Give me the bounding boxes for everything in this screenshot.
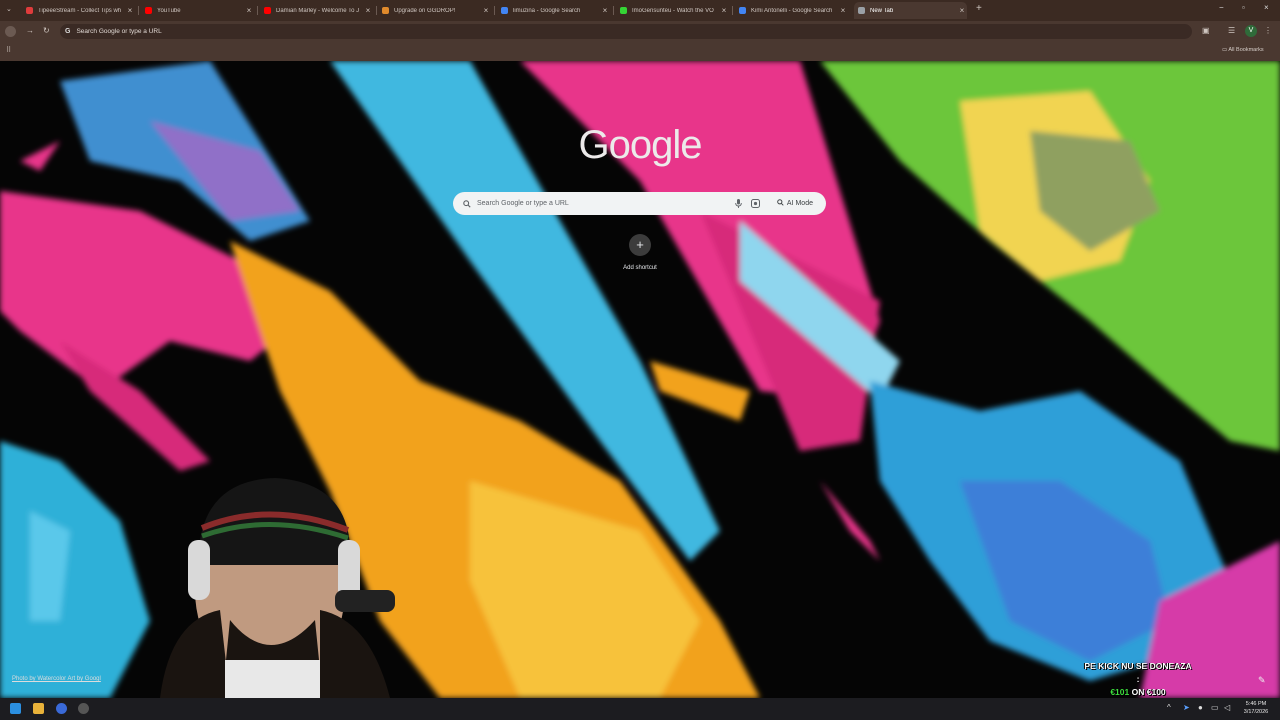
network-icon[interactable]: ▭ xyxy=(1211,703,1219,712)
lens-icon[interactable] xyxy=(750,195,760,213)
browser-tab[interactable]: New Tab × xyxy=(854,2,967,19)
new-tab-button[interactable]: + xyxy=(976,3,982,14)
add-shortcut-label: Add shortcut xyxy=(623,265,657,271)
tab-separator xyxy=(138,6,139,15)
tab-favicon-icon xyxy=(382,7,389,14)
os-taskbar xyxy=(0,698,1280,720)
browser-taskbar-icon[interactable] xyxy=(56,703,67,714)
customize-pencil-icon[interactable]: ✎ xyxy=(1258,675,1266,686)
windows-start-icon[interactable] xyxy=(10,703,21,714)
tab-favicon-icon xyxy=(264,7,271,14)
tab-strip: ⌄ TipeeeStream - Collect Tips wh × YouTube… xyxy=(0,0,1280,21)
reload-button[interactable]: ↻ xyxy=(43,26,50,35)
sidepanel-icon[interactable]: ☰ xyxy=(1228,26,1235,35)
tab-close-icon[interactable]: × xyxy=(481,6,491,15)
tab-title: ImoGensunteu - Watch the VO xyxy=(632,7,714,14)
tab-close-icon[interactable]: × xyxy=(838,6,848,15)
system-clock[interactable]: 5:46 PM 3/17/2026 xyxy=(1236,700,1276,716)
tab-close-icon[interactable]: × xyxy=(600,6,610,15)
extensions-icon[interactable]: ▣ xyxy=(1202,26,1210,35)
ntp-search-box[interactable]: Search Google or type a URL AI Mode xyxy=(453,192,826,215)
tab-title: Upgrade on GGDROP! xyxy=(394,7,456,14)
tab-close-icon[interactable]: × xyxy=(125,6,135,15)
tray-overflow-icon[interactable]: ^ xyxy=(1167,703,1171,712)
tab-title: YouTube xyxy=(157,7,181,14)
tab-title: New Tab xyxy=(870,7,894,14)
tab-separator xyxy=(376,6,377,15)
browser-tab[interactable]: limuzina - Google Search × xyxy=(497,2,610,19)
tab-favicon-icon xyxy=(620,7,627,14)
tab-separator xyxy=(494,6,495,15)
media-taskbar-icon[interactable] xyxy=(78,703,89,714)
webcam-streamer xyxy=(160,478,395,698)
tab-favicon-icon xyxy=(501,7,508,14)
tab-search-icon[interactable]: ⌄ xyxy=(6,5,12,13)
browser-tab[interactable]: Damian Marley - Welcome To J × xyxy=(260,2,373,19)
background-credit-link[interactable]: Photo by Watercolor Art by Googl xyxy=(12,676,101,682)
tab-favicon-icon xyxy=(858,7,865,14)
tab-separator xyxy=(732,6,733,15)
file-explorer-icon[interactable] xyxy=(33,703,44,714)
tab-title: Kimi Antonelli - Google Search xyxy=(751,7,833,14)
bookmarks-bar: ⠿ ▭ All Bookmarks xyxy=(0,42,1280,61)
browser-tab[interactable]: YouTube × xyxy=(141,2,254,19)
ai-mode-button[interactable]: AI Mode xyxy=(770,195,820,212)
google-logo: Google xyxy=(578,123,703,167)
tab-favicon-icon xyxy=(145,7,152,14)
overlay-line1: PE KICK NU SE DONEAZA : xyxy=(1084,661,1192,684)
search-placeholder: Search Google or type a URL xyxy=(477,200,569,207)
volume-icon[interactable]: ◁ xyxy=(1224,703,1230,712)
tab-title: Damian Marley - Welcome To J xyxy=(276,7,360,14)
minimize-icon[interactable]: − xyxy=(1219,3,1224,12)
search-icon xyxy=(463,195,471,213)
tab-title: TipeeeStream - Collect Tips wh xyxy=(38,7,122,14)
tab-favicon-icon xyxy=(739,7,746,14)
maximize-icon[interactable]: ▫ xyxy=(1242,3,1245,12)
tab-close-icon[interactable]: × xyxy=(363,6,373,15)
browser-tab[interactable]: Upgrade on GGDROP! × xyxy=(378,2,491,19)
google-g-icon: G xyxy=(65,28,71,35)
menu-icon[interactable]: ⋮ xyxy=(1264,26,1272,35)
browser-tab[interactable]: TipeeeStream - Collect Tips wh × xyxy=(22,2,135,19)
close-window-icon[interactable]: × xyxy=(1264,3,1269,12)
tray-app-icon[interactable]: ➤ xyxy=(1183,703,1190,712)
tab-close-icon[interactable]: × xyxy=(957,6,967,15)
tab-favicon-icon xyxy=(26,7,33,14)
ai-search-icon xyxy=(777,199,784,208)
tab-separator xyxy=(613,6,614,15)
back-button[interactable] xyxy=(5,26,16,37)
browser-tab[interactable]: ImoGensunteu - Watch the VO × xyxy=(616,2,729,19)
mic-icon[interactable] xyxy=(735,195,742,213)
tab-close-icon[interactable]: × xyxy=(244,6,254,15)
browser-tab[interactable]: Kimi Antonelli - Google Search × xyxy=(735,2,848,19)
mic-tray-icon[interactable]: ● xyxy=(1198,703,1203,712)
tab-title: limuzina - Google Search xyxy=(513,7,581,14)
forward-button[interactable]: → xyxy=(26,26,34,35)
all-bookmarks-button[interactable]: ▭ All Bookmarks xyxy=(1222,47,1264,53)
tab-close-icon[interactable]: × xyxy=(719,6,729,15)
stream-donation-overlay: PE KICK NU SE DONEAZA : €101 ON €100 xyxy=(1082,660,1194,699)
tab-separator xyxy=(257,6,258,15)
omnibox-placeholder: Search Google or type a URL xyxy=(76,28,162,35)
apps-icon[interactable]: ⠿ xyxy=(6,46,11,54)
add-shortcut-button[interactable]: + xyxy=(629,234,651,256)
omnibox[interactable]: G Search Google or type a URL xyxy=(60,24,1192,39)
profile-avatar[interactable]: V xyxy=(1245,25,1257,37)
